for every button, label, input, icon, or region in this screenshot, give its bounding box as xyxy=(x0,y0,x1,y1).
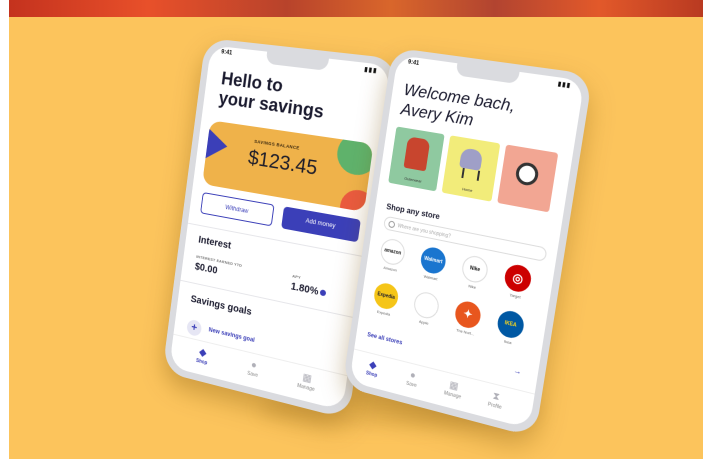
add-money-button[interactable]: Add money xyxy=(281,206,361,243)
nike-logo: Nike xyxy=(460,253,490,285)
tab-shop[interactable]: ◆ Shop xyxy=(358,357,387,381)
amazon-logo: amazon xyxy=(379,236,407,267)
status-time: 9:41 xyxy=(407,59,420,67)
new-savings-goal-button[interactable]: + New savings goal xyxy=(186,318,255,344)
category-tile-label xyxy=(498,198,550,208)
store-target[interactable]: ◎ Target xyxy=(499,262,536,302)
new-savings-goal-label: New savings goal xyxy=(208,327,255,344)
store-expedia[interactable]: Expedia Expedia xyxy=(369,280,403,318)
store-ikea[interactable]: IKEA Ikea xyxy=(492,308,529,348)
balance-value: $123.45 xyxy=(246,147,319,180)
ikea-logo: IKEA xyxy=(495,308,526,341)
interest-heading: Interest xyxy=(197,234,232,252)
store-amazon[interactable]: amazon Amazon xyxy=(375,236,409,274)
store-nike[interactable]: Nike Nike xyxy=(457,253,493,292)
apy-row: 1.80% xyxy=(290,281,327,299)
card-decoration-triangle xyxy=(202,125,230,165)
withdraw-button[interactable]: Withdraw xyxy=(200,192,275,227)
store-name: Apple xyxy=(418,318,429,326)
store-name: Walmart xyxy=(423,273,438,282)
store-name: Amazon xyxy=(383,264,398,273)
savings-goals-heading: Savings goals xyxy=(189,293,253,319)
signal-icon: ▮▮▮ xyxy=(557,81,572,90)
see-all-stores-link[interactable]: See all stores xyxy=(367,332,403,346)
tab-save-label: Save xyxy=(246,370,259,379)
search-icon xyxy=(388,220,396,229)
arrow-right-icon[interactable]: → xyxy=(513,366,522,377)
expedia-logo: Expedia xyxy=(372,281,400,312)
plus-icon: + xyxy=(186,318,203,338)
chair-legs xyxy=(461,167,481,181)
store-walmart[interactable]: Walmart Walmart xyxy=(415,245,450,284)
category-tile-label: Outerwear xyxy=(404,175,422,184)
tab-shop[interactable]: ◆ Shop xyxy=(188,345,217,369)
category-tile-label: Home xyxy=(461,186,473,194)
interest-earned-value: $0.00 xyxy=(194,261,219,277)
store-name: The Nort... xyxy=(455,327,475,337)
search-placeholder: Where are you shopping? xyxy=(397,223,452,240)
category-tile-home[interactable]: Home xyxy=(441,135,501,202)
store-the-north-face[interactable]: ✦ The Nort... xyxy=(450,298,486,338)
signal-icon: ▮▮▮ xyxy=(363,66,378,75)
the-north-face-logo: ✦ xyxy=(453,299,483,331)
walmart-logo: Walmart xyxy=(419,245,448,276)
phone-notch xyxy=(455,63,520,85)
apy-label: APY xyxy=(291,273,302,280)
category-tile-more[interactable] xyxy=(497,144,559,213)
category-tile-outerwear[interactable]: Outerwear xyxy=(388,126,445,192)
tab-profile[interactable]: ⧗ Profile xyxy=(480,388,512,413)
shopping-screen: 9:41 ▮▮▮ Welcome bach, Avery Kim Outerwe… xyxy=(349,55,585,429)
status-time: 9:41 xyxy=(220,49,233,57)
top-photo-strip xyxy=(9,0,703,17)
clock-icon xyxy=(514,160,540,188)
card-decoration-circle xyxy=(334,130,374,178)
store-name: Expedia xyxy=(376,308,391,317)
tab-manage[interactable]: ▦ Manage xyxy=(291,370,323,395)
target-logo: ◎ xyxy=(502,262,533,295)
coat-icon xyxy=(403,136,431,172)
bottom-tab-bar: ◆ Shop ● Save ▦ Manage xyxy=(169,333,348,411)
apple-logo xyxy=(412,289,441,321)
store-name: Ikea xyxy=(503,338,512,346)
store-name: Nike xyxy=(467,283,477,290)
info-icon[interactable] xyxy=(319,289,327,297)
store-name: Target xyxy=(509,292,522,300)
tab-save[interactable]: ● Save xyxy=(238,357,268,381)
savings-title: Hello to your savings xyxy=(218,68,378,128)
tab-save-label: Save xyxy=(405,380,418,390)
tab-save[interactable]: ● Save xyxy=(397,367,427,391)
tab-manage[interactable]: ▦ Manage xyxy=(438,377,469,402)
promo-frame: 9:41 ▮▮▮ Hello to your savings SAVINGS B… xyxy=(9,0,703,459)
store-apple[interactable]: Apple xyxy=(409,289,444,328)
apy-value: 1.80% xyxy=(290,281,320,298)
